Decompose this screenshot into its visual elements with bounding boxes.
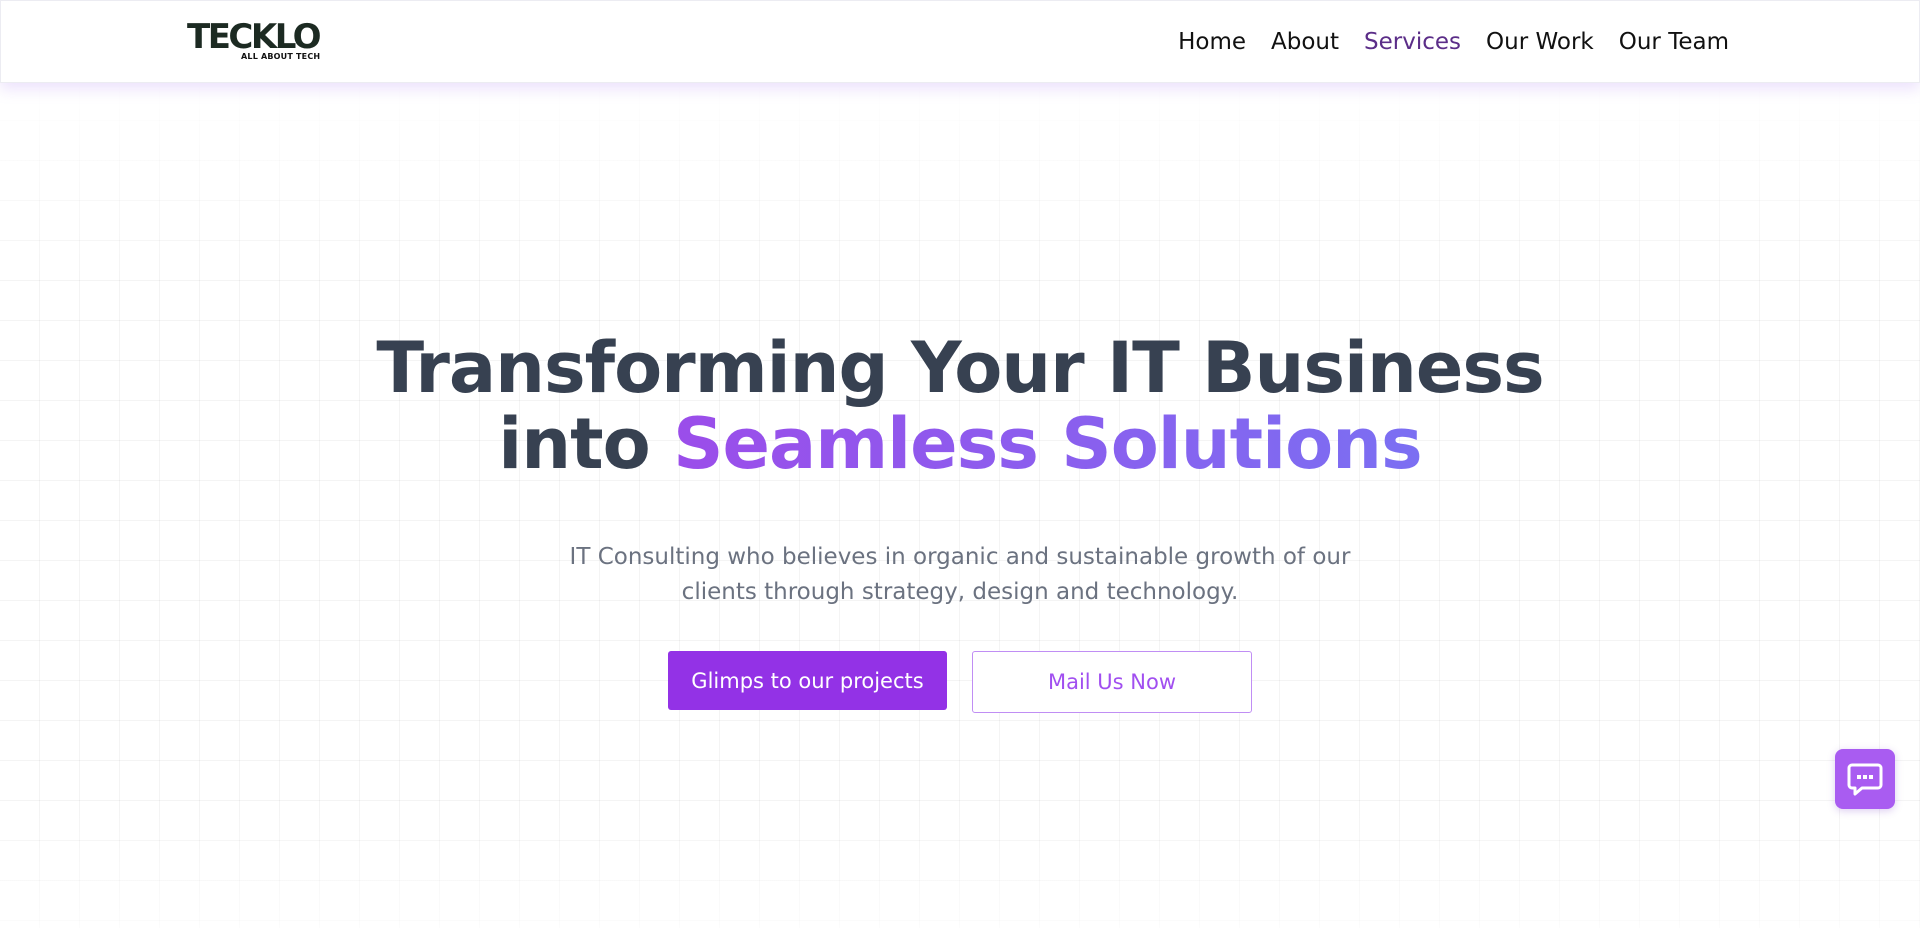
projects-button[interactable]: Glimps to our projects [668,651,947,710]
mail-us-button[interactable]: Mail Us Now [972,651,1252,713]
hero-subtitle-line2: clients through strategy, design and tec… [681,579,1239,605]
hero-title-highlight: Seamless Solutions [673,403,1423,485]
grid-fade-top [0,82,1920,282]
brand-logo[interactable]: TECKLO ALL ABOUT TECH [187,19,327,63]
grid-fade-bottom [0,808,1920,928]
hero-subtitle-line1: IT Consulting who believes in organic an… [569,544,1351,570]
hero-subtitle: IT Consulting who believes in organic an… [0,540,1920,610]
hero-section: Transforming Your IT Business into Seaml… [0,330,1920,482]
logo-tagline: ALL ABOUT TECH [241,52,321,61]
hero-actions: Glimps to our projects Mail Us Now [668,651,1252,713]
nav-item-services[interactable]: Services [1364,25,1461,59]
hero-title: Transforming Your IT Business into Seaml… [0,330,1920,482]
nav-item-our-work[interactable]: Our Work [1486,25,1594,59]
nav-item-home[interactable]: Home [1178,25,1246,59]
hero-title-line1: Transforming Your IT Business [376,327,1544,409]
site-header: TECKLO ALL ABOUT TECH Home About Service… [0,0,1920,83]
hero-title-line2-prefix: into [498,403,650,485]
main-nav: Home About Services Our Work Our Team [1153,25,1729,59]
nav-item-about[interactable]: About [1271,25,1339,59]
chat-bubble-icon [1847,763,1883,796]
chat-button[interactable] [1835,749,1895,809]
nav-item-our-team[interactable]: Our Team [1619,25,1729,59]
logo-wordmark: TECKLO [187,17,322,57]
